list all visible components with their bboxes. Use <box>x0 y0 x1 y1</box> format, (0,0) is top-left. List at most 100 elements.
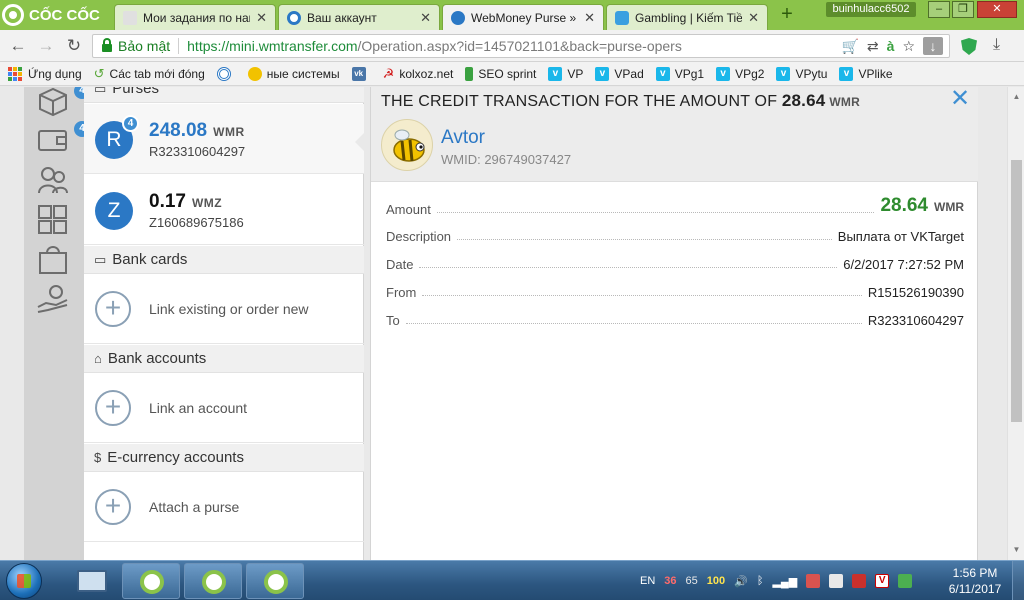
nav-shop[interactable] <box>36 243 72 277</box>
bookmark-vplike[interactable]: v VPlike <box>839 66 893 81</box>
back-button[interactable]: ← <box>8 36 28 56</box>
network-icon[interactable]: ▂▄▆ <box>772 575 797 588</box>
translate-icon[interactable]: ⇄ <box>867 37 879 55</box>
title-amount: 28.64 <box>781 91 826 110</box>
downloads-icon[interactable]: ⤓ <box>993 36 1000 54</box>
link-card-action[interactable]: + Link existing or order new <box>84 274 364 344</box>
purse-item-wmz[interactable]: Z 0.17 WMZ Z160689675186 <box>84 175 364 245</box>
tab-close-icon[interactable]: ✕ <box>420 10 431 26</box>
scrollbar-thumb[interactable] <box>1011 160 1022 422</box>
clock-time: 1:56 PM <box>952 566 998 580</box>
tab-webmoney-purse[interactable]: WebMoney Purse » T ✕ <box>442 4 604 30</box>
taskbar-coccoc-window-3[interactable] <box>246 563 304 599</box>
contact-name-link[interactable]: Avtor <box>441 127 485 149</box>
bookmark-apps[interactable]: Ứng dụng <box>8 66 82 81</box>
secure-label: Bảo mật <box>118 38 171 54</box>
bookmark-closed-tabs[interactable]: ↺ Các tab mới đóng <box>94 66 205 82</box>
title-currency: WMR <box>829 95 860 109</box>
tab-close-icon[interactable]: ✕ <box>256 10 267 26</box>
flag-icon[interactable] <box>852 574 867 588</box>
security-app-icon[interactable] <box>806 574 821 588</box>
language-indicator[interactable]: EN <box>640 575 655 587</box>
taskbar-coccoc-window-2[interactable] <box>184 563 242 599</box>
bookmark-target[interactable] <box>216 66 236 81</box>
nav-payments[interactable] <box>36 283 72 317</box>
download-media-icon[interactable]: ↓ <box>923 37 943 55</box>
tab-close-icon[interactable]: ✕ <box>748 10 759 26</box>
tab-close-icon[interactable]: ✕ <box>584 10 595 26</box>
tab-account[interactable]: Ваш аккаунт ✕ <box>278 4 440 30</box>
new-tab-button[interactable]: + <box>776 4 798 26</box>
app-status-icon[interactable] <box>898 574 913 588</box>
system-tray: EN 36 65 100 🔊 ᛒ ▂▄▆ V <box>640 561 913 600</box>
nav-wallet[interactable]: 4 <box>36 121 90 157</box>
shopping-cart-icon[interactable]: 🛒 <box>841 37 858 55</box>
attach-purse-action[interactable]: + Attach a purse <box>84 472 364 542</box>
site-icon <box>615 10 629 25</box>
tab-gambling[interactable]: Gambling | Kiếm Tiền ✕ <box>606 4 768 30</box>
nav-purses[interactable]: 4 <box>36 87 90 119</box>
link-account-action[interactable]: + Link an account <box>84 373 364 443</box>
minimize-button[interactable]: – <box>928 1 950 18</box>
tray-counter-yellow[interactable]: 100 <box>707 575 725 587</box>
coccoc-menu-button[interactable]: CỐC CỐC <box>2 3 100 27</box>
taskbar-coccoc-window-1[interactable] <box>122 563 180 599</box>
field-description: Description Выплата от VKTarget <box>386 224 964 244</box>
bookmark-vk[interactable]: vk <box>351 66 371 81</box>
field-value: 28.64 WMR <box>880 195 964 217</box>
vietnamese-input-icon[interactable]: à <box>887 37 895 55</box>
action-label: Link an account <box>149 400 248 416</box>
antivirus-icon[interactable]: V <box>875 574 890 588</box>
globe-icon <box>451 10 465 25</box>
bookmark-kolxoz[interactable]: ☭ kolxoz.net <box>383 66 454 82</box>
bookmark-star-icon[interactable]: ☆ <box>902 37 915 55</box>
field-value: R151526190390 <box>867 285 964 300</box>
vimeo-icon: v <box>595 66 610 81</box>
section-title: Bank accounts <box>107 350 207 367</box>
url-host: https://mini.wmtransfer.com <box>187 38 358 54</box>
nav-services[interactable] <box>36 203 72 237</box>
tab-label: Мои задания по нак <box>143 10 251 25</box>
reload-button[interactable]: ↻ <box>64 36 84 56</box>
clock[interactable]: 1:56 PM 6/11/2017 <box>944 565 1006 597</box>
page-scrollbar[interactable]: ▲ ▼ <box>1007 87 1024 560</box>
computer-icon <box>77 570 107 592</box>
start-button[interactable] <box>6 563 42 599</box>
tray-counter-white[interactable]: 65 <box>686 575 698 587</box>
maximize-button[interactable]: ❐ <box>952 1 974 18</box>
pinned-computer-app[interactable] <box>64 563 122 599</box>
bank-icon: ⌂ <box>94 351 102 366</box>
add-circle-icon: + <box>95 390 131 426</box>
nav-contacts[interactable] <box>36 163 72 197</box>
hand-coin-icon <box>37 285 68 313</box>
bookmark-payment-systems[interactable]: ные системы <box>247 66 340 81</box>
profile-name[interactable]: buinhulacc6502 <box>826 2 916 17</box>
close-icon[interactable]: ✕ <box>950 87 970 111</box>
bookmark-seo-sprint[interactable]: SEO sprint <box>465 66 536 81</box>
close-window-button[interactable]: ✕ <box>977 1 1017 18</box>
scroll-up-arrow-icon[interactable]: ▲ <box>1008 89 1024 105</box>
scroll-down-arrow-icon[interactable]: ▼ <box>1008 542 1024 558</box>
bookmark-label: kolxoz.net <box>399 66 454 81</box>
volume-icon[interactable]: 🔊 <box>734 575 748 588</box>
wallet-cube-icon <box>39 87 67 117</box>
purse-number: R323310604297 <box>149 144 246 159</box>
bookmark-vpytu[interactable]: v VPytu <box>776 66 827 81</box>
coccoc-logo-icon <box>2 4 24 26</box>
bluetooth-icon[interactable]: ᛒ <box>757 575 764 587</box>
bookmark-vpg1[interactable]: v VPg1 <box>655 66 704 81</box>
purse-item-wmr[interactable]: R 4 248.08 WMR R323310604297 <box>84 104 365 174</box>
forward-button[interactable]: → <box>36 36 56 56</box>
coccoc-icon <box>202 570 226 594</box>
address-bar[interactable]: Bảo mật https://mini.wmtransfer.com /Ope… <box>92 34 950 58</box>
apps-grid-icon <box>8 66 22 81</box>
bookmark-vp[interactable]: v VP <box>548 66 583 81</box>
tab-tasks[interactable]: Мои задания по нак ✕ <box>114 4 276 30</box>
bookmark-vpad[interactable]: v VPad <box>595 66 644 81</box>
show-desktop-button[interactable] <box>1012 561 1024 600</box>
tab-label: WebMoney Purse » T <box>471 10 579 25</box>
clipboard-icon[interactable] <box>829 574 844 588</box>
tray-counter-red[interactable]: 36 <box>664 575 676 587</box>
bookmark-vpg2[interactable]: v VPg2 <box>716 66 764 81</box>
adblock-shield-icon[interactable] <box>961 38 977 55</box>
